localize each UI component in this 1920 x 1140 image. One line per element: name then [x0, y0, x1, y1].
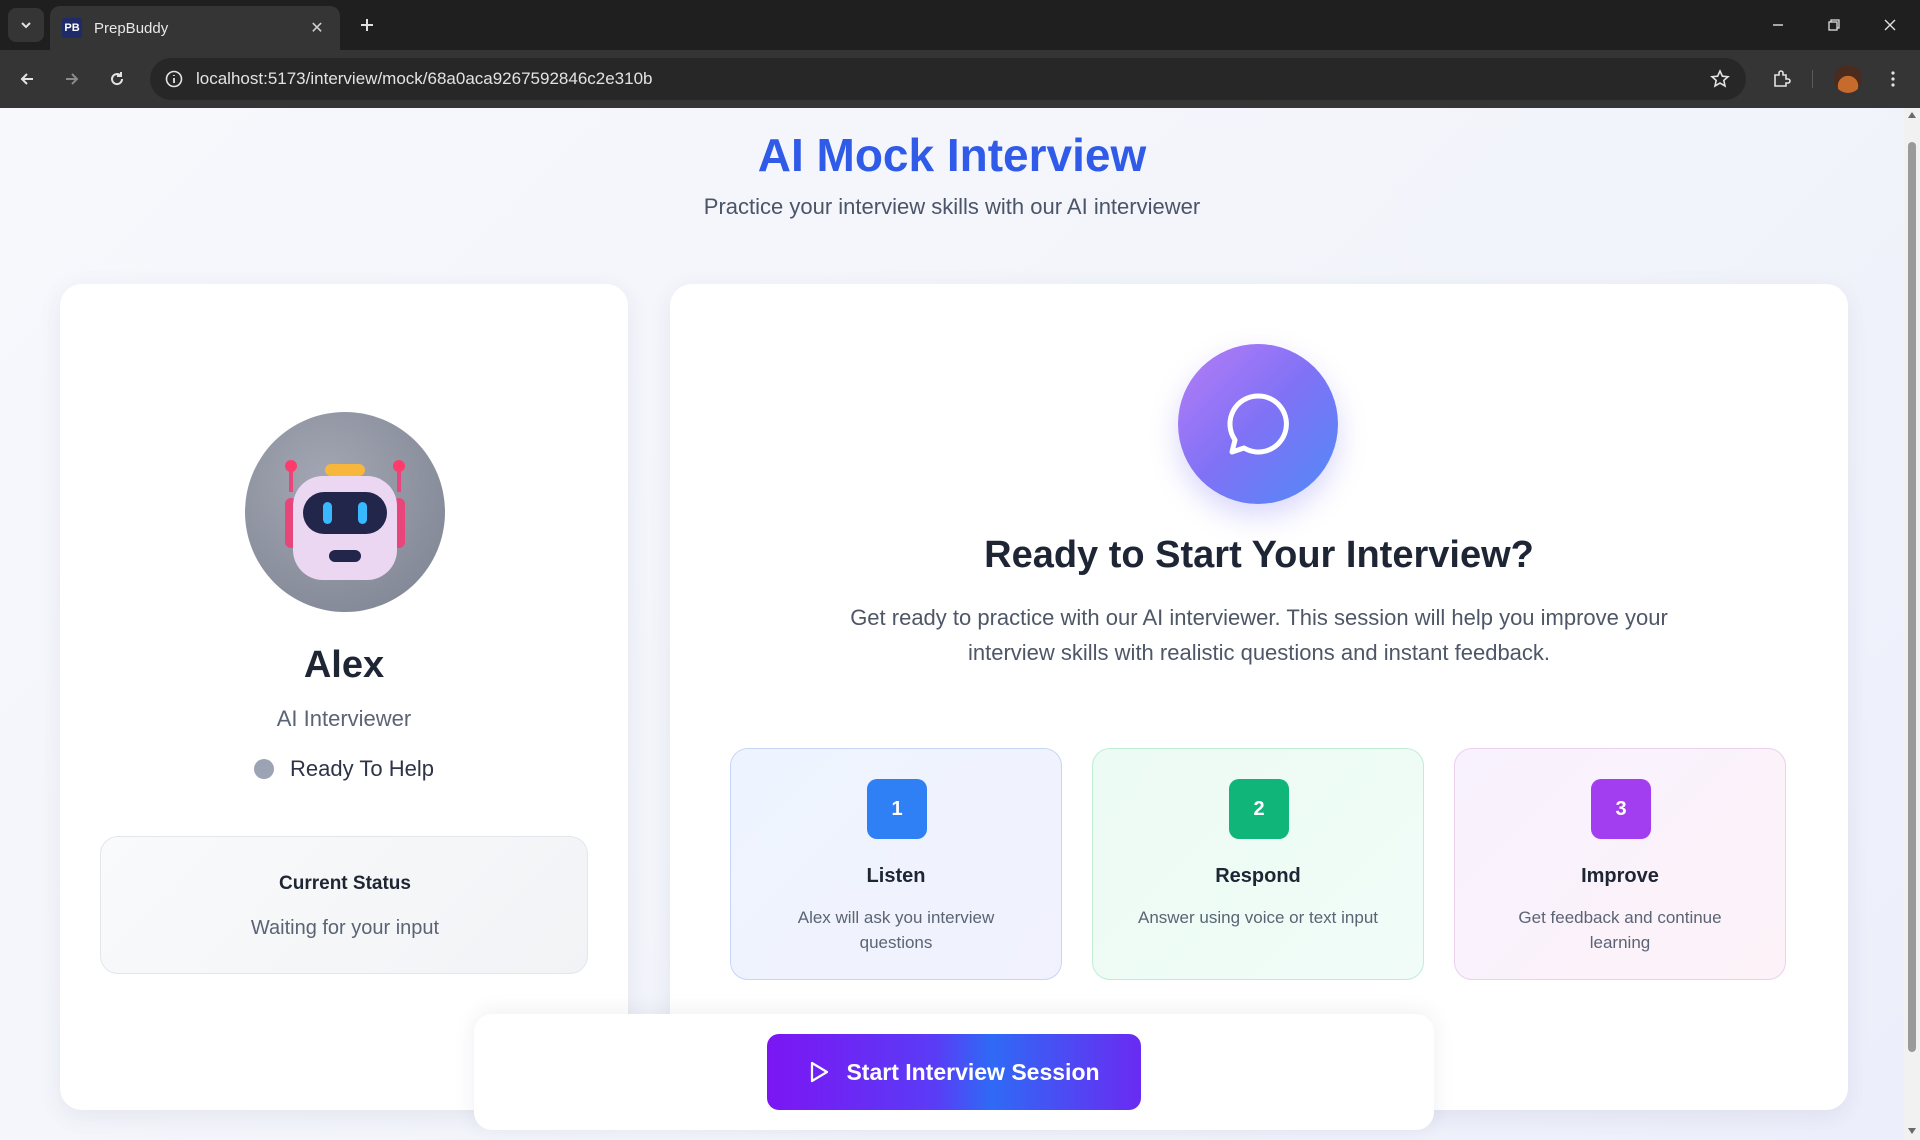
reload-button[interactable]: [100, 62, 134, 96]
interviewer-state: Ready To Help: [60, 756, 628, 782]
step-description: Get feedback and continue learning: [1518, 908, 1722, 952]
arrow-left-icon: [20, 73, 33, 85]
page-scrollbar[interactable]: [1904, 108, 1920, 1140]
minimize-icon: [1773, 24, 1783, 26]
step-title: Improve: [1581, 865, 1659, 887]
page-subtitle: Practice your interview skills with our …: [703, 194, 1201, 219]
bookmark-star-icon[interactable]: [1710, 69, 1730, 89]
start-interview-label: Start Interview Session: [846, 1058, 1100, 1085]
action-bar: Start Interview Session: [474, 1014, 1434, 1130]
step-number-badge: 1: [867, 779, 927, 839]
browser-tab-bar: PB PrepBuddy ✕: [0, 0, 1920, 50]
status-dot-icon: [254, 759, 275, 779]
tab-title: PrepBuddy: [94, 19, 169, 37]
step-card-respond: 2 Respond Answer using voice or text inp…: [1092, 748, 1424, 980]
interviewer-role: AI Interviewer: [276, 706, 412, 731]
interviewer-state-label: Ready To Help: [290, 756, 434, 781]
extensions-button[interactable]: [1764, 62, 1798, 96]
site-info-icon[interactable]: [164, 69, 184, 89]
new-tab-button[interactable]: [352, 10, 382, 40]
scroll-down-icon[interactable]: [1908, 1128, 1916, 1134]
step-number-badge: 2: [1229, 779, 1289, 839]
interviewer-name: Alex: [303, 644, 385, 686]
profile-avatar[interactable]: [1834, 65, 1862, 93]
step-number-badge: 3: [1591, 779, 1651, 839]
chevron-down-icon: [21, 22, 31, 29]
page-title: AI Mock Interview: [757, 129, 1147, 181]
robot-avatar: [245, 412, 445, 612]
step-description: Alex will ask you interview questions: [797, 908, 995, 952]
minimize-button[interactable]: [1750, 0, 1806, 50]
intro-description: Get ready to practice with our AI interv…: [850, 605, 1668, 665]
current-status-box: Current Status Waiting for your input: [100, 836, 588, 974]
more-vertical-icon: [1891, 71, 1895, 87]
chat-bubble-icon: [1227, 393, 1289, 455]
scrollbar-thumb[interactable]: [1908, 142, 1916, 1052]
forward-button[interactable]: [55, 62, 89, 96]
current-status-text: Waiting for your input: [250, 917, 440, 939]
step-card-improve: 3 Improve Get feedback and continue lear…: [1454, 748, 1786, 980]
close-window-button[interactable]: [1862, 0, 1918, 50]
start-interview-button[interactable]: Start Interview Session: [767, 1034, 1141, 1110]
scroll-up-icon[interactable]: [1908, 112, 1916, 118]
interview-intro-card: Ready to Start Your Interview? Get ready…: [670, 284, 1848, 1110]
toolbar-separator: [1812, 70, 1813, 88]
step-description: Answer using voice or text input: [1137, 908, 1378, 927]
step-card-listen: 1 Listen Alex will ask you interview que…: [730, 748, 1062, 980]
step-title: Respond: [1215, 865, 1301, 887]
back-button[interactable]: [10, 62, 44, 96]
plus-icon: [361, 19, 373, 31]
puzzle-icon: [1774, 70, 1791, 87]
url-text[interactable]: localhost:5173/interview/mock/68a0aca926…: [196, 69, 1710, 89]
tab-close-icon[interactable]: ✕: [306, 18, 328, 38]
browser-toolbar: localhost:5173/interview/mock/68a0aca926…: [0, 50, 1920, 108]
intro-title: Ready to Start Your Interview?: [984, 534, 1534, 576]
prepbuddy-favicon-icon: PB: [62, 18, 82, 38]
page-content: AI Mock Interview Practice your intervie…: [0, 108, 1904, 1140]
restore-button[interactable]: [1806, 0, 1862, 50]
restore-icon: [1828, 19, 1840, 31]
reload-icon: [111, 72, 124, 86]
play-icon: [811, 1061, 829, 1083]
address-bar[interactable]: localhost:5173/interview/mock/68a0aca926…: [150, 58, 1746, 100]
arrow-right-icon: [66, 73, 79, 85]
robot-icon: [285, 460, 405, 580]
browser-tab[interactable]: PB PrepBuddy ✕: [50, 6, 340, 50]
chat-badge: [1178, 344, 1338, 504]
tab-search-button[interactable]: [8, 8, 44, 42]
current-status-label: Current Status: [279, 873, 411, 894]
browser-menu-button[interactable]: [1876, 62, 1910, 96]
close-icon: [1884, 19, 1896, 31]
interviewer-card: Alex AI Interviewer Ready To Help Curren…: [60, 284, 628, 1110]
step-title: Listen: [866, 865, 926, 887]
